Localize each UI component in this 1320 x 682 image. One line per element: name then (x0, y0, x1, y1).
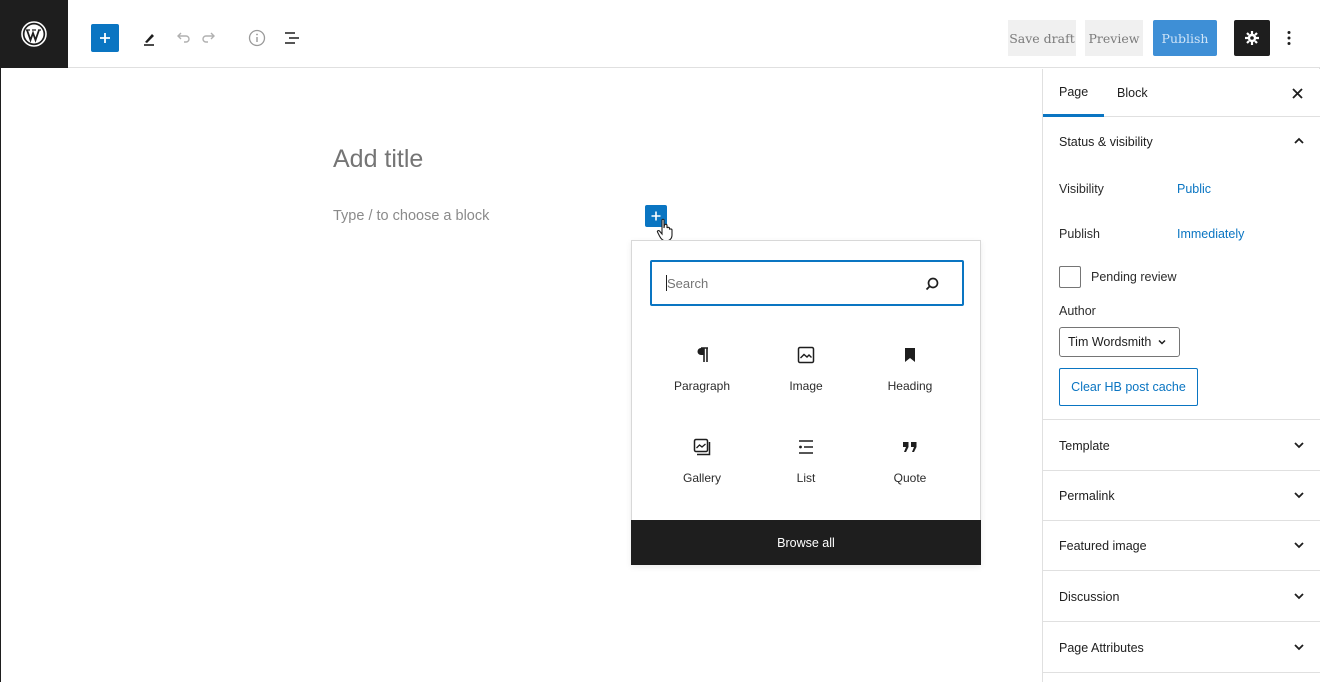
redo-icon[interactable] (198, 27, 220, 49)
publish-label: Publish (1059, 227, 1100, 241)
visibility-label: Visibility (1059, 182, 1104, 196)
default-block-appender[interactable]: Type / to choose a block (333, 208, 489, 224)
block-item-label: Gallery (682, 471, 721, 485)
close-icon[interactable] (1289, 85, 1305, 101)
panel-title: Template (1059, 438, 1110, 453)
settings-sidebar: Page Block Status & visibility Visibilit… (1042, 69, 1320, 682)
list-icon (797, 435, 815, 459)
block-item-label: Paragraph (673, 379, 731, 393)
heading-icon (903, 343, 917, 367)
panel-title: Featured image (1059, 538, 1147, 553)
plus-icon (100, 33, 110, 43)
vertical-ellipsis-icon (1287, 31, 1291, 45)
panel-discussion[interactable]: Discussion (1043, 572, 1320, 622)
search-icon (925, 277, 939, 291)
wordpress-logo-icon[interactable] (0, 0, 68, 68)
preview-button[interactable]: Preview (1085, 20, 1143, 56)
quote-icon (902, 435, 918, 459)
settings-button[interactable] (1234, 20, 1270, 56)
sidebar-tabs: Page Block (1043, 69, 1320, 117)
image-icon (797, 343, 815, 367)
save-draft-button[interactable]: Save draft (1008, 20, 1076, 56)
tab-page[interactable]: Page (1043, 69, 1105, 117)
block-search-box[interactable] (650, 260, 964, 306)
chevron-down-icon (1294, 644, 1304, 651)
author-label: Author (1059, 304, 1096, 318)
undo-icon[interactable] (172, 27, 194, 49)
block-item-gallery[interactable]: Gallery (650, 423, 754, 503)
browse-all-button[interactable]: Browse all (631, 520, 981, 565)
block-item-paragraph[interactable]: Paragraph (650, 331, 754, 411)
more-options-button[interactable] (1278, 24, 1300, 52)
block-inserter-toggle[interactable] (91, 24, 119, 52)
panel-page-attributes[interactable]: Page Attributes (1043, 623, 1320, 673)
list-view-icon[interactable] (281, 27, 303, 49)
author-select[interactable]: Tim Wordsmith (1059, 327, 1180, 357)
publish-date-link[interactable]: Immediately (1177, 227, 1244, 241)
visibility-value-link[interactable]: Public (1177, 182, 1211, 196)
details-info-icon[interactable] (246, 27, 268, 49)
block-item-label: Quote (893, 471, 927, 485)
post-title-field[interactable]: Add title (333, 145, 423, 174)
block-item-label: Image (789, 379, 823, 393)
quick-inserter-popover: Paragraph Image Heading (631, 240, 981, 565)
chevron-down-icon (1294, 442, 1304, 449)
gear-icon (1245, 31, 1259, 45)
chevron-down-icon (1294, 492, 1304, 499)
block-item-quote[interactable]: Quote (858, 423, 962, 503)
panel-title: Discussion (1059, 589, 1120, 604)
gallery-icon (693, 435, 711, 459)
pending-review-label[interactable]: Pending review (1091, 270, 1176, 284)
panel-title: Status & visibility (1059, 135, 1153, 149)
publish-button[interactable]: Publish (1153, 20, 1217, 56)
status-visibility-panel: Status & visibility Visibility Public Pu… (1043, 117, 1320, 420)
paragraph-icon (695, 343, 709, 367)
block-item-image[interactable]: Image (754, 331, 858, 411)
editor-toolbar: Save draft Preview Publish (0, 0, 1320, 68)
block-item-label: Heading (887, 379, 933, 393)
panel-permalink[interactable]: Permalink (1043, 471, 1320, 521)
block-item-list[interactable]: List (754, 423, 858, 503)
tools-pencil-icon[interactable] (138, 27, 160, 49)
chevron-down-icon (1294, 542, 1304, 549)
panel-title: Page Attributes (1059, 640, 1144, 655)
author-selected-value: Tim Wordsmith (1068, 335, 1152, 349)
tab-block[interactable]: Block (1101, 69, 1164, 117)
panel-template[interactable]: Template (1043, 421, 1320, 471)
block-search-input[interactable] (667, 275, 907, 291)
block-item-heading[interactable]: Heading (858, 331, 962, 411)
chevron-down-icon (1294, 593, 1304, 600)
panel-title: Permalink (1059, 488, 1115, 503)
pending-review-checkbox[interactable] (1059, 266, 1081, 288)
block-item-label: List (796, 471, 816, 485)
chevron-down-icon (1158, 339, 1166, 345)
chevron-up-icon (1294, 137, 1304, 144)
panel-featured-image[interactable]: Featured image (1043, 521, 1320, 571)
status-visibility-toggle[interactable]: Status & visibility (1043, 117, 1320, 167)
clear-post-cache-button[interactable]: Clear HB post cache (1059, 368, 1198, 406)
